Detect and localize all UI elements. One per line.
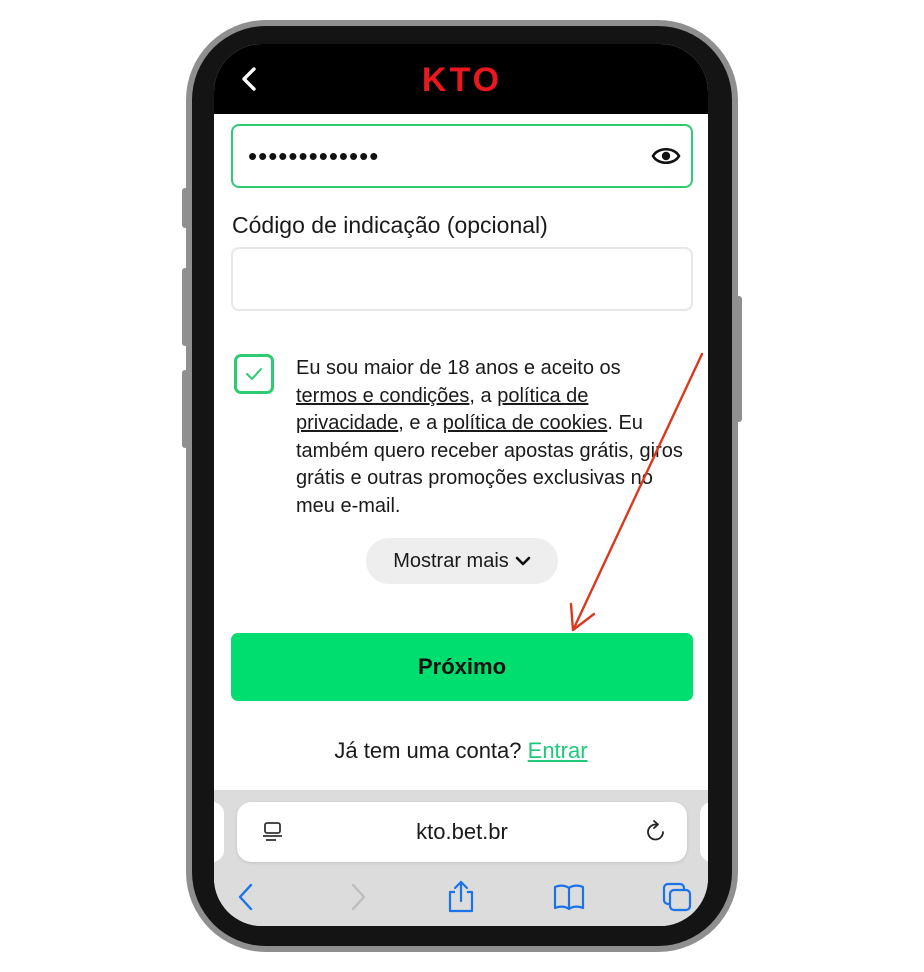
referral-code-input[interactable] bbox=[231, 247, 693, 311]
chevron-down-icon bbox=[515, 556, 531, 566]
volume-down-button bbox=[182, 370, 188, 448]
address-bar[interactable]: kto.bet.br bbox=[237, 802, 687, 862]
mute-switch bbox=[182, 188, 188, 228]
volume-up-button bbox=[182, 268, 188, 346]
url-text: kto.bet.br bbox=[416, 819, 508, 844]
show-more-label: Mostrar mais bbox=[393, 549, 509, 572]
bookmarks-icon[interactable] bbox=[552, 880, 586, 914]
phone-screen: KTO ••••••••••••• Código de indicação (o… bbox=[214, 44, 708, 926]
login-link[interactable]: Entrar bbox=[528, 738, 588, 763]
eye-icon[interactable] bbox=[651, 144, 681, 168]
cookie-policy-link[interactable]: política de cookies bbox=[443, 412, 608, 434]
password-value: ••••••••••••• bbox=[248, 141, 380, 171]
app-header: KTO bbox=[214, 44, 708, 114]
referral-code-label: Código de indicação (opcional) bbox=[232, 212, 548, 238]
consent-text-part: Eu sou maior de 18 anos e aceito os bbox=[296, 357, 621, 379]
consent-text: Eu sou maior de 18 anos e aceito os term… bbox=[296, 355, 686, 520]
consent-text-part: , a bbox=[469, 384, 498, 407]
login-prompt: Já tem uma conta? Entrar bbox=[214, 738, 708, 764]
reload-icon[interactable] bbox=[643, 819, 669, 845]
forward-icon[interactable] bbox=[340, 880, 374, 914]
back-button[interactable] bbox=[234, 64, 264, 94]
kto-logo: KTO bbox=[422, 64, 502, 94]
next-button[interactable]: Próximo bbox=[231, 633, 693, 701]
back-icon[interactable] bbox=[230, 880, 264, 914]
consent-text-part: , e a bbox=[398, 412, 443, 434]
show-more-button[interactable]: Mostrar mais bbox=[366, 538, 558, 584]
terms-link[interactable]: termos e condições bbox=[296, 385, 469, 407]
chevron-left-icon bbox=[242, 67, 256, 91]
tabs-icon[interactable] bbox=[660, 880, 694, 914]
power-button bbox=[736, 296, 742, 422]
checkmark-icon bbox=[246, 368, 262, 380]
browser-toolbar: kto.bet.br bbox=[214, 790, 708, 926]
login-prompt-text: Já tem uma conta? bbox=[334, 738, 528, 763]
consent-checkbox[interactable] bbox=[234, 354, 274, 394]
next-tab-preview[interactable] bbox=[700, 802, 708, 862]
share-icon[interactable] bbox=[444, 880, 478, 914]
logo-text: KTO bbox=[422, 64, 502, 94]
password-field[interactable]: ••••••••••••• bbox=[231, 124, 693, 188]
previous-tab-preview[interactable] bbox=[214, 802, 224, 862]
